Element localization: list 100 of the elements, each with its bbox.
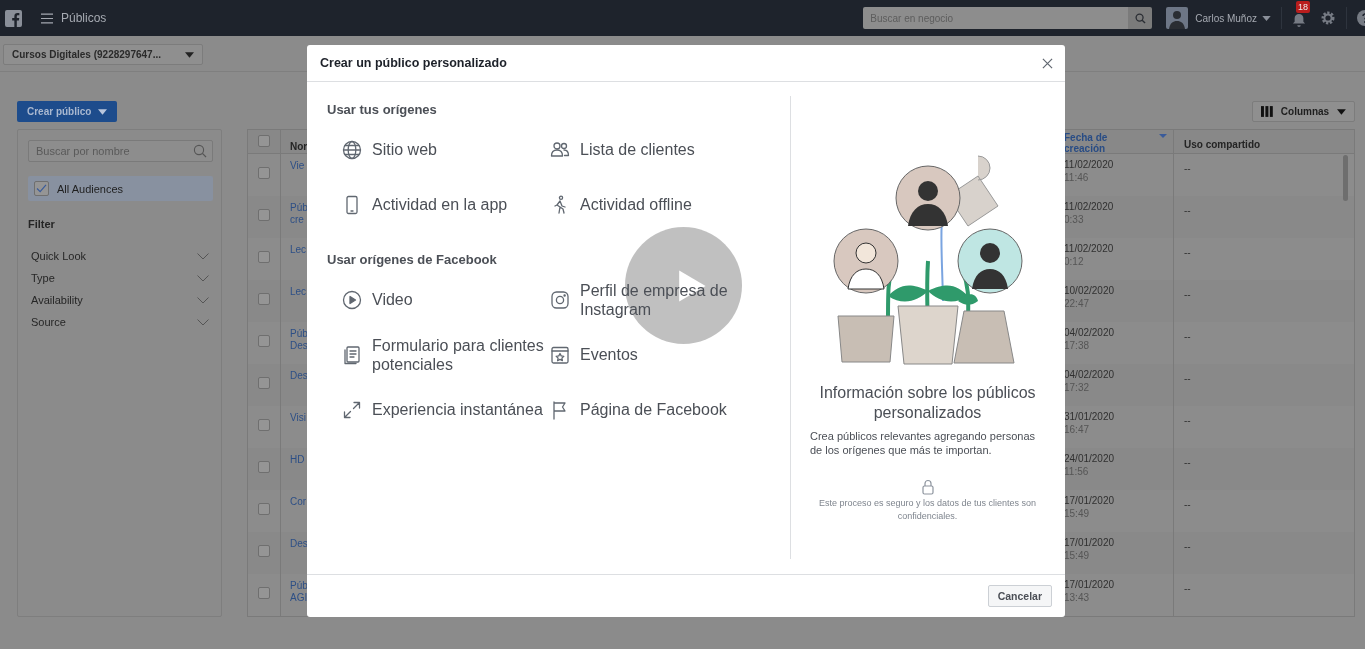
creation-date: 04/02/2020	[1064, 368, 1116, 381]
info-text: Crea públicos relevantes agregando personas de los orígenes que más te importan.	[810, 429, 1037, 457]
chevron-down-icon	[197, 318, 209, 326]
star-calendar-icon	[550, 344, 570, 365]
chevron-down-icon	[197, 296, 209, 304]
avatar-icon[interactable]	[1166, 7, 1189, 29]
filter-dropdown[interactable]: Availability	[28, 289, 213, 311]
row-checkbox[interactable]	[258, 587, 270, 599]
row-checkbox[interactable]	[258, 419, 270, 431]
expand-arrows-icon	[342, 399, 362, 420]
info-title: Información sobre los públicos personalizados	[818, 383, 1037, 423]
notification-count: 18	[1296, 1, 1310, 13]
audience-filter-item[interactable]: All Audiences	[28, 176, 213, 201]
select-all-checkbox[interactable]	[258, 135, 270, 147]
row-checkbox[interactable]	[258, 377, 270, 389]
audience-name-link[interactable]: Púb cre	[290, 202, 308, 226]
column-header[interactable]: Nor	[290, 141, 308, 152]
audience-name-link[interactable]: Lec	[290, 286, 307, 298]
caret-icon	[185, 51, 194, 58]
audience-name-link[interactable]: Des	[290, 370, 308, 382]
creation-date: 31/01/2020	[1064, 410, 1116, 423]
sharing-status: --	[1184, 163, 1191, 174]
sharing-status: --	[1184, 373, 1191, 384]
filter-dropdown[interactable]: Type	[28, 267, 213, 289]
sharing-status: --	[1184, 541, 1191, 552]
caret-icon[interactable]	[1262, 15, 1271, 21]
row-checkbox[interactable]	[258, 209, 270, 221]
sharing-status: --	[1184, 247, 1191, 258]
create-audience-button[interactable]: Crear público	[17, 101, 118, 122]
close-icon[interactable]	[1042, 57, 1053, 69]
column-header[interactable]: Uso compartido	[1184, 139, 1261, 150]
columns-button[interactable]: Columnas	[1252, 101, 1355, 122]
filter-dropdown[interactable]: Source	[28, 311, 213, 333]
creation-date: 17/01/2020	[1064, 578, 1116, 591]
bell-icon[interactable]	[1292, 13, 1306, 27]
chevron-down-icon	[197, 252, 209, 260]
search-icon[interactable]	[193, 144, 207, 158]
people-icon	[550, 139, 570, 160]
source-option[interactable]: Sitio web	[327, 139, 437, 160]
row-checkbox[interactable]	[258, 251, 270, 263]
creation-date: 11/02/2020	[1064, 242, 1115, 255]
user-name[interactable]: Carlos Muñoz	[1195, 12, 1257, 24]
caret-icon	[98, 108, 108, 115]
row-checkbox[interactable]	[258, 335, 270, 347]
form-icon	[342, 344, 362, 365]
sharing-status: --	[1184, 205, 1191, 216]
source-option[interactable]: Formulario para clientes potenciales	[327, 335, 550, 374]
sharing-status: --	[1184, 331, 1191, 342]
row-checkbox[interactable]	[258, 461, 270, 473]
lock-icon	[921, 479, 934, 495]
creation-date: 11/02/2020	[1064, 200, 1115, 213]
row-checkbox[interactable]	[258, 293, 270, 305]
scrollbar[interactable]	[1343, 155, 1348, 201]
source-option[interactable]: Actividad offline	[550, 194, 692, 215]
cancel-button[interactable]: Cancelar	[987, 585, 1052, 607]
account-selector[interactable]: Cursos Digitales (9228297647...	[3, 44, 203, 65]
source-option[interactable]: Experiencia instantánea	[327, 399, 543, 420]
sharing-status: --	[1184, 289, 1191, 300]
menu-icon[interactable]	[41, 12, 53, 24]
dialog-title: Crear un público personalizado	[320, 56, 507, 70]
globe-icon	[342, 139, 362, 160]
filter-heading: Filter	[28, 218, 56, 230]
checkbox[interactable]	[34, 181, 49, 196]
audience-name-link[interactable]: Púb AGI	[290, 580, 308, 604]
source-option[interactable]: Página de Facebook	[550, 399, 727, 420]
sort-icon[interactable]	[1159, 134, 1167, 138]
sharing-status: --	[1184, 415, 1191, 426]
row-checkbox[interactable]	[258, 503, 270, 515]
row-checkbox[interactable]	[258, 167, 270, 179]
audience-name-link[interactable]: Vie	[290, 160, 305, 172]
security-note: Este proceso es seguro y los datos de tus clientes son confidenciales.	[817, 497, 1038, 523]
sharing-status: --	[1184, 457, 1191, 468]
sharing-status: --	[1184, 583, 1191, 594]
source-option[interactable]: Video	[327, 289, 413, 310]
source-option[interactable]: Lista de clientes	[550, 139, 695, 160]
source-option[interactable]: Eventos	[550, 344, 638, 365]
audience-name-link[interactable]: Cor	[290, 496, 307, 508]
settings-icon[interactable]	[1320, 10, 1336, 26]
source-option[interactable]: Actividad en la app	[327, 194, 508, 215]
column-header[interactable]: Fecha de creación	[1064, 132, 1144, 154]
search-icon	[1134, 12, 1146, 24]
play-circle-icon	[342, 289, 362, 310]
audience-name-link[interactable]: Púb Des	[290, 328, 308, 352]
creation-date: 10/02/2020	[1064, 284, 1116, 297]
page-title: Públicos	[61, 11, 107, 25]
audience-name-link[interactable]: Visi	[290, 412, 306, 424]
audience-label: All Audiences	[57, 182, 124, 195]
chevron-down-icon	[197, 274, 209, 282]
sharing-status: --	[1184, 499, 1191, 510]
section-heading: Usar orígenes de Facebook	[327, 252, 498, 268]
audience-name-link[interactable]: Des	[290, 538, 308, 550]
row-checkbox[interactable]	[258, 545, 270, 557]
section-heading: Usar tus orígenes	[327, 102, 438, 118]
search-button[interactable]	[1128, 7, 1153, 29]
audience-name-link[interactable]: Lec	[290, 244, 307, 256]
logo-icon[interactable]	[5, 9, 22, 27]
columns-icon	[1261, 106, 1273, 117]
source-option[interactable]: Perfil de empresa de Instagram	[550, 280, 770, 319]
audience-name-link[interactable]: HD	[290, 454, 305, 466]
filter-dropdown[interactable]: Quick Look	[28, 245, 213, 267]
